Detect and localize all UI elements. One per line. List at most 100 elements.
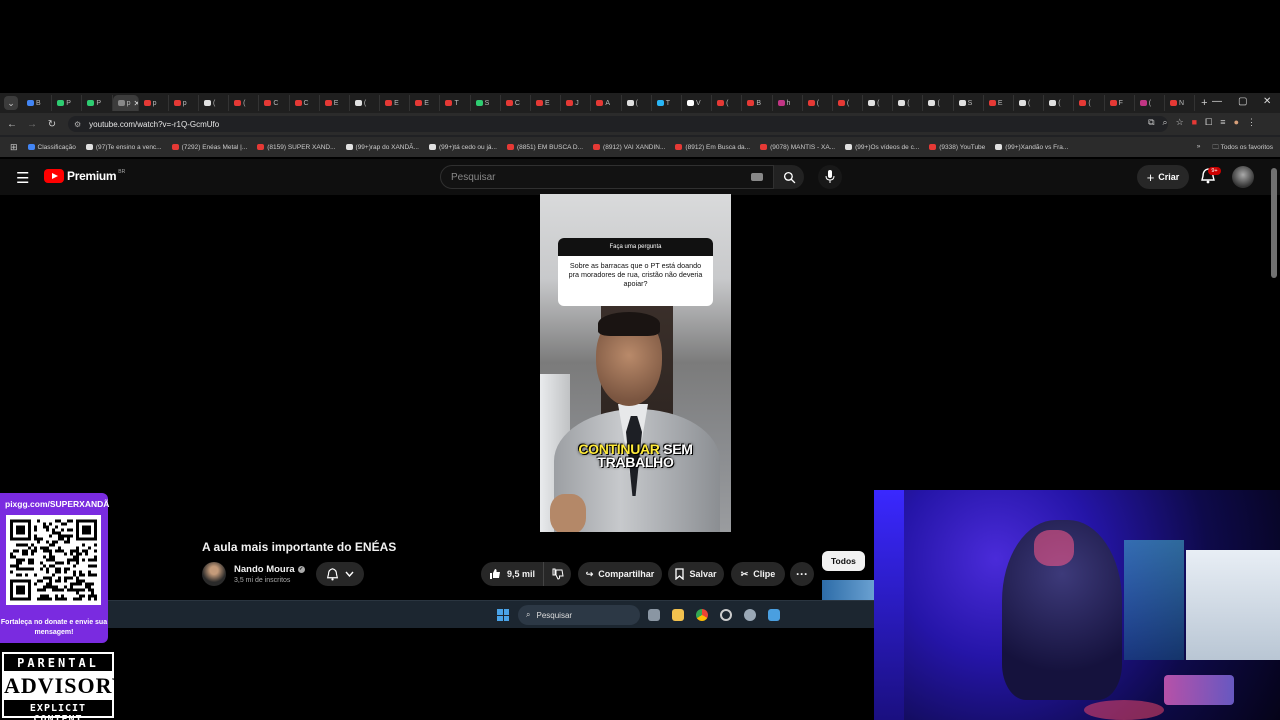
browser-tab[interactable]: (: [923, 95, 954, 111]
like-button[interactable]: 9,5 mil: [481, 562, 545, 586]
site-info-icon[interactable]: ⚙: [74, 120, 81, 129]
keyboard-icon[interactable]: [751, 173, 763, 181]
browser-tab[interactable]: C: [290, 95, 320, 111]
media-icon[interactable]: ≡: [1220, 117, 1225, 128]
browser-tab[interactable]: J: [561, 95, 592, 111]
browser-tab[interactable]: B: [22, 95, 53, 111]
bookmark-item[interactable]: (99+)tá cedo ou já...: [428, 144, 497, 151]
clip-button[interactable]: ✂ Clipe: [731, 562, 785, 586]
browser-tab[interactable]: E: [320, 95, 350, 111]
browser-tab[interactable]: B: [742, 95, 773, 111]
file-explorer-icon[interactable]: [672, 609, 684, 621]
forward-button[interactable]: →: [22, 119, 42, 130]
browser-tab[interactable]: p: [169, 95, 199, 111]
browser-tab[interactable]: S: [471, 95, 501, 111]
bookmark-item[interactable]: (8159) SUPER XAND...: [257, 144, 336, 151]
bookmark-item[interactable]: (97)Te ensino a venc...: [85, 144, 162, 151]
close-window-button[interactable]: ✕: [1263, 96, 1271, 107]
bookmark-item[interactable]: (7292) Enéas Metal |...: [171, 144, 247, 151]
windows-start-icon[interactable]: [497, 609, 509, 621]
filter-chip-all[interactable]: Todos: [822, 551, 865, 571]
browser-tab[interactable]: C: [501, 95, 531, 111]
browser-tab[interactable]: S: [954, 95, 984, 111]
maximize-button[interactable]: ▢: [1238, 96, 1247, 107]
profile-icon[interactable]: ●: [1234, 117, 1239, 128]
browser-tab[interactable]: (: [1135, 95, 1165, 111]
browser-tab[interactable]: E: [380, 95, 411, 111]
browser-tab[interactable]: (: [803, 95, 833, 111]
extension-red-icon[interactable]: ■: [1192, 117, 1197, 128]
browser-tab[interactable]: (: [833, 95, 864, 111]
bookmark-item[interactable]: (99+)rap do XANDÃ...: [345, 144, 419, 151]
browser-tab[interactable]: F: [1105, 95, 1135, 111]
app-circle-icon[interactable]: [720, 609, 732, 621]
channel-name-row[interactable]: Nando Moura ✓: [234, 564, 305, 575]
save-button[interactable]: Salvar: [668, 562, 724, 586]
browser-tab[interactable]: (: [229, 95, 260, 111]
browser-tab[interactable]: (: [1044, 95, 1075, 111]
browser-tab[interactable]: A: [591, 95, 622, 111]
share-button[interactable]: ↪ Compartilhar: [578, 562, 662, 586]
extensions-icon[interactable]: ⧠: [1205, 117, 1212, 128]
menu-dots-icon[interactable]: ⋮: [1247, 117, 1256, 128]
search-button[interactable]: [774, 165, 804, 189]
browser-tab[interactable]: (: [1014, 95, 1045, 111]
bookmark-item[interactable]: (9078) MANTIS - XA...: [760, 144, 835, 151]
subscription-notifications-button[interactable]: [316, 562, 364, 586]
all-favorites-folder[interactable]: 🗀 Todos os favoritos: [1212, 143, 1273, 154]
more-bookmarks-button[interactable]: »: [1197, 143, 1201, 154]
browser-tab[interactable]: P: [82, 95, 113, 111]
browser-tab[interactable]: (: [350, 95, 381, 111]
chrome-icon[interactable]: [696, 609, 708, 621]
tab-search-button[interactable]: ⌄: [4, 96, 18, 110]
browser-tab[interactable]: E: [410, 95, 441, 111]
browser-tab[interactable]: E: [984, 95, 1014, 111]
new-tab-button[interactable]: +: [1201, 97, 1207, 109]
browser-tab[interactable]: (: [1074, 95, 1105, 111]
zoom-icon[interactable]: ⌕: [1163, 117, 1168, 128]
browser-tab[interactable]: C: [259, 95, 290, 111]
bookmark-item[interactable]: (8912) VAI XANDIN...: [593, 144, 665, 151]
create-button[interactable]: + Criar: [1137, 165, 1189, 189]
bookmark-item[interactable]: (99+)Os vídeos de c...: [845, 144, 919, 151]
search-input[interactable]: Pesquisar: [440, 165, 774, 189]
bookmark-star-icon[interactable]: ☆: [1176, 117, 1184, 128]
browser-tab[interactable]: T: [440, 95, 471, 111]
more-actions-button[interactable]: ···: [790, 562, 814, 586]
back-button[interactable]: ←: [2, 119, 22, 130]
browser-tab[interactable]: E: [531, 95, 562, 111]
page-scrollbar[interactable]: [1271, 168, 1277, 278]
browser-tab[interactable]: (: [863, 95, 894, 111]
browser-tab[interactable]: (: [199, 95, 230, 111]
browser-tab[interactable]: V: [682, 95, 713, 111]
address-bar[interactable]: ⚙ youtube.com/watch?v=-r1Q-GcmUfo: [68, 116, 1168, 132]
browser-tab[interactable]: (: [712, 95, 743, 111]
video-player[interactable]: Faça uma pergunta Sobre as barracas que …: [540, 194, 731, 532]
bookmark-item[interactable]: (8912) Em Busca da...: [675, 144, 750, 151]
bookmark-item[interactable]: (99+)Xandão vs Fra...: [995, 144, 1068, 151]
bookmark-item[interactable]: Classificação: [27, 144, 76, 151]
task-view-icon[interactable]: [648, 609, 660, 621]
recommended-video-thumbnail[interactable]: [822, 580, 874, 600]
steam-icon[interactable]: [768, 609, 780, 621]
apps-grid-icon[interactable]: ⊞: [10, 142, 18, 153]
browser-tab[interactable]: h: [773, 95, 803, 111]
taskbar-search[interactable]: ⌕ Pesquisar: [518, 605, 640, 625]
dislike-button[interactable]: [544, 568, 564, 580]
browser-tab[interactable]: (: [893, 95, 924, 111]
channel-avatar[interactable]: [202, 562, 226, 586]
browser-tab[interactable]: p✕: [112, 95, 139, 111]
minimize-button[interactable]: —: [1212, 96, 1222, 107]
account-avatar[interactable]: [1232, 166, 1254, 188]
browser-tab[interactable]: (: [622, 95, 652, 111]
reload-button[interactable]: ↻: [42, 119, 62, 130]
bookmark-item[interactable]: (9338) YouTube: [929, 144, 985, 151]
browser-tab[interactable]: T: [652, 95, 682, 111]
settings-gear-icon[interactable]: [744, 609, 756, 621]
voice-search-button[interactable]: [818, 165, 842, 189]
cast-icon[interactable]: ⧉: [1148, 117, 1154, 128]
browser-tab[interactable]: P: [52, 95, 83, 111]
browser-tab[interactable]: N: [1165, 95, 1196, 111]
bookmark-item[interactable]: (8851) EM BUSCA D...: [506, 144, 583, 151]
youtube-logo[interactable]: Premium BR: [44, 169, 125, 183]
